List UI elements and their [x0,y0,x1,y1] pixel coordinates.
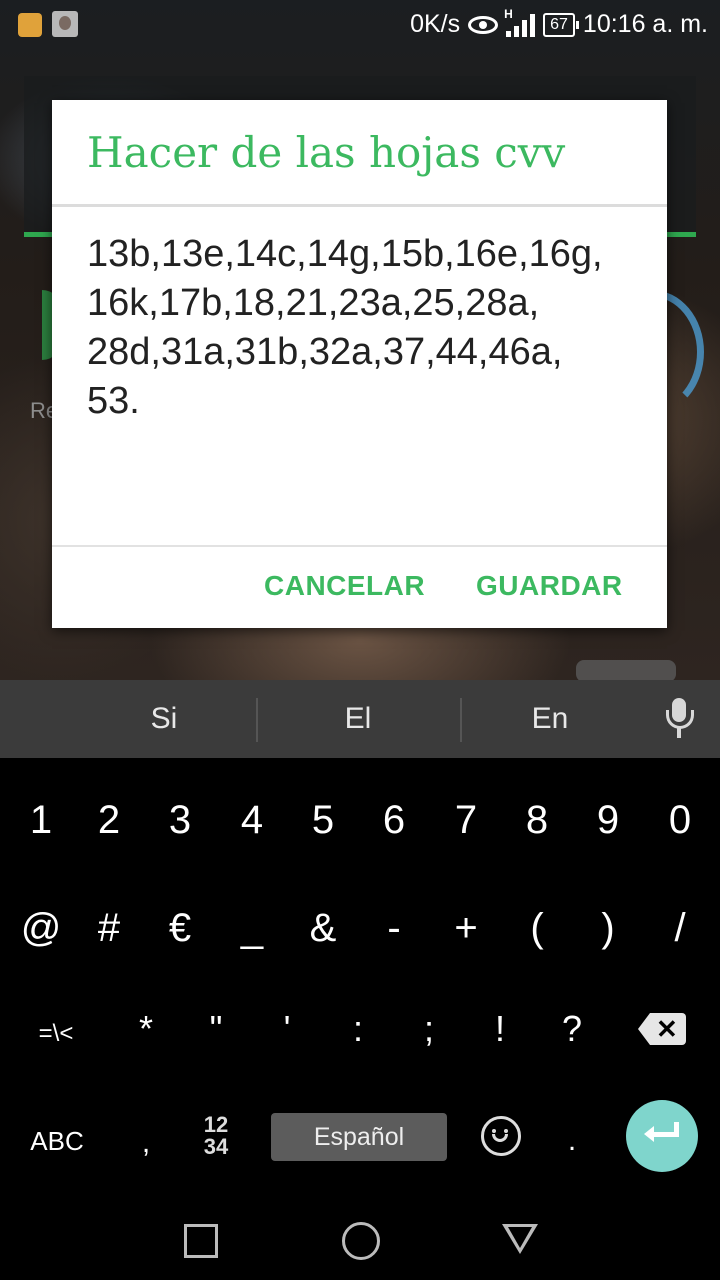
key[interactable]: & [287,906,359,951]
key[interactable]: ' [251,1008,323,1050]
recent-apps-icon[interactable] [184,1224,218,1258]
battery-icon: 67 [543,12,579,37]
backspace-icon[interactable]: ✕ [638,1013,686,1045]
key[interactable]: 2 [73,798,145,843]
period-key[interactable]: . [536,1124,608,1158]
key[interactable]: ! [464,1008,536,1050]
key[interactable]: ? [536,1008,608,1050]
numpad-top: 12 [203,1112,229,1137]
key[interactable]: " [180,1008,252,1050]
clock: 10:16 a. m. [582,10,708,38]
key[interactable]: ) [572,906,644,951]
key[interactable]: 9 [572,798,644,843]
eye-icon [468,15,499,34]
keyboard: 1 2 3 4 5 6 7 8 9 0 @ # € _ & - + ( ) / … [0,758,720,1186]
numpad-key[interactable]: 12 34 [180,1114,252,1158]
mic-icon[interactable] [664,698,694,742]
status-bar: 0K/s H 67 10:16 a. m. [0,0,720,50]
key[interactable]: # [73,906,145,951]
enter-icon[interactable] [626,1100,698,1172]
home-icon[interactable] [342,1222,380,1260]
key[interactable]: @ [5,906,77,951]
key[interactable]: 5 [287,798,359,843]
comma-key[interactable]: , [110,1126,182,1160]
key[interactable]: 3 [144,798,216,843]
save-button[interactable]: GUARDAR [476,570,623,602]
key[interactable]: 8 [501,798,573,843]
navigation-bar [0,1186,720,1280]
key[interactable]: 0 [644,798,716,843]
numpad-bottom: 34 [203,1134,229,1159]
suggestion-bar: Si El En [0,680,720,758]
suggestion-item[interactable]: El [258,702,458,736]
suggestion-item[interactable]: Si [64,702,264,736]
key[interactable]: ; [393,1008,465,1050]
abc-key[interactable]: ABC [14,1126,100,1157]
emoji-icon[interactable] [481,1116,521,1156]
edit-dialog: Hacer de las hojas cvv 13b,13e,14c,14g,1… [52,100,667,628]
key[interactable]: - [358,906,430,951]
key[interactable]: : [322,1008,394,1050]
keyboard-notification-icon [18,13,42,37]
key[interactable]: € [144,906,216,951]
dialog-title: Hacer de las hojas cvv [87,128,566,177]
key[interactable]: 6 [358,798,430,843]
key[interactable]: =\< [20,1020,92,1048]
network-speed: 0K/s [410,10,461,38]
dialog-divider [52,204,667,207]
dialog-divider [52,545,667,547]
avatar [52,11,78,37]
key[interactable]: ( [501,906,573,951]
suggestion-item[interactable]: En [450,702,650,736]
key[interactable]: 1 [5,798,77,843]
back-icon[interactable] [502,1224,538,1254]
space-key[interactable]: Español [271,1113,447,1161]
background-app-icons [576,660,676,682]
cancel-button[interactable]: CANCELAR [264,570,425,602]
dialog-text-input[interactable]: 13b,13e,14c,14g,15b,16e,16g, 16k,17b,18,… [87,230,647,426]
key[interactable]: + [430,906,502,951]
key[interactable]: 4 [216,798,288,843]
signal-icon: H [504,7,536,37]
key[interactable]: 7 [430,798,502,843]
key[interactable]: / [644,906,716,951]
network-type: H [504,6,513,21]
key[interactable]: _ [216,906,288,951]
key[interactable]: * [110,1008,182,1050]
